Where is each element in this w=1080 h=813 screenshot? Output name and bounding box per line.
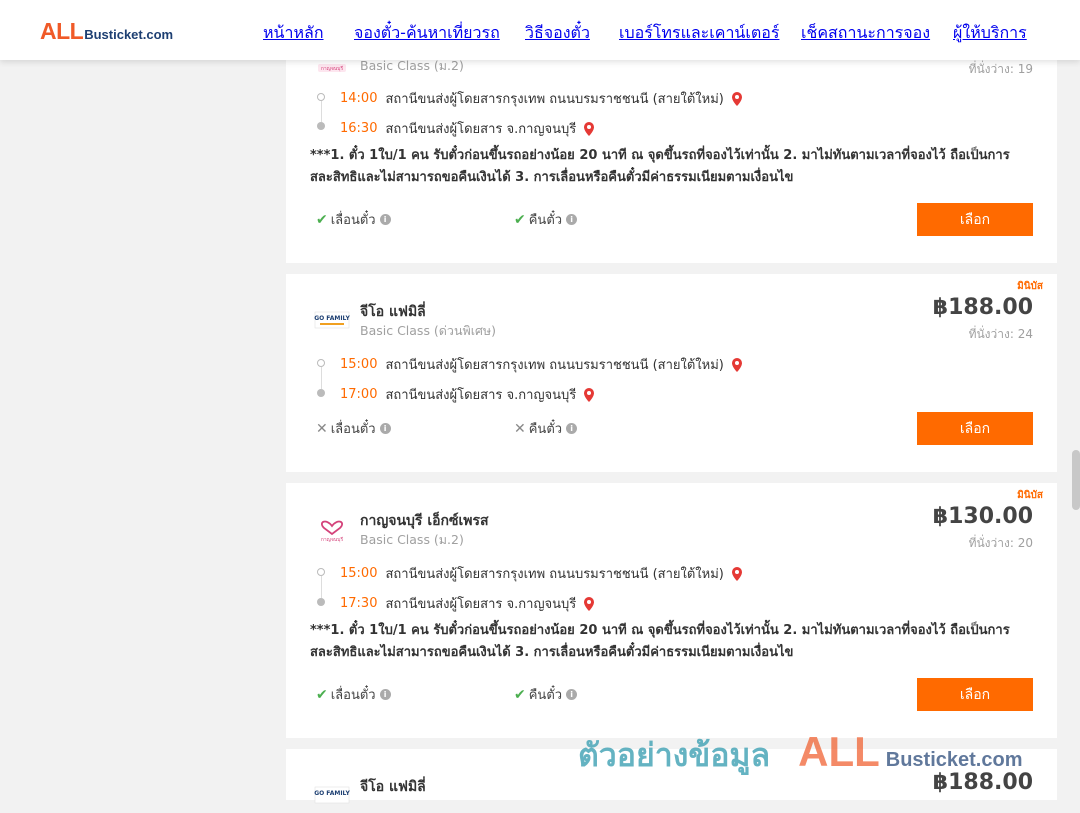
svg-text:กาญจนบุรี: กาญจนบุรี — [321, 536, 344, 543]
cross-icon: ✕ — [514, 420, 526, 437]
map-pin-icon[interactable] — [730, 566, 744, 582]
check-icon: ✔ — [514, 211, 526, 228]
operator-class: Basic Class (ม.2) — [360, 532, 464, 547]
arrival-dot — [317, 389, 325, 397]
page-scrollbar[interactable] — [1072, 450, 1080, 510]
refund-label: คืนตั๋ว — [528, 422, 563, 437]
departure-station: สถานีขนส่งผู้โดยสารกรุงเทพ ถนนบรมราชชนนี… — [385, 92, 724, 107]
info-icon[interactable]: i — [566, 214, 578, 225]
route-line — [321, 367, 322, 389]
site-logo[interactable]: ALL Busticket.com — [40, 18, 173, 45]
route-line — [321, 576, 322, 598]
route-line — [321, 101, 322, 122]
cross-icon: ✕ — [316, 420, 328, 437]
refund-policy: ✕ คืนตั๋ว i — [514, 418, 578, 439]
site-header: ALL Busticket.com หน้าหลัก จองตั๋ว-ค้นหา… — [0, 0, 1080, 60]
nav-check-status[interactable]: เช็คสถานะการจอง — [801, 21, 930, 46]
operator-logo-icon: กาญจนบุรี — [321, 520, 344, 543]
trip-card: มินิบัส GO FAMILY จีโอ แฟมิลี่ Basic Cla… — [286, 274, 1057, 472]
map-pin-icon[interactable] — [582, 596, 596, 612]
arrival-time: 16:30 — [340, 121, 378, 136]
bus-type-badge: มินิบัส — [1017, 281, 1043, 292]
nav-booking[interactable]: จองตั๋ว-ค้นหาเที่ยวรถ — [354, 21, 500, 46]
map-pin-icon[interactable] — [730, 91, 744, 107]
departure-stop: 15:00 สถานีขนส่งผู้โดยสารกรุงเทพ ถนนบรมร… — [340, 354, 744, 375]
logo-busticket: Busticket.com — [84, 27, 174, 42]
reschedule-policy: ✔ เลื่อนตั๋ว i — [316, 209, 391, 230]
nav-operators[interactable]: ผู้ให้บริการ — [953, 21, 1027, 46]
nav-contact[interactable]: เบอร์โทรและเคาน์เตอร์ — [619, 21, 779, 46]
map-pin-icon[interactable] — [582, 121, 596, 137]
info-icon[interactable]: i — [379, 423, 391, 434]
refund-policy: ✔ คืนตั๋ว i — [514, 684, 578, 705]
seats-available: ที่นั่งว่าง: 20 — [968, 536, 1033, 550]
departure-stop: 15:00 สถานีขนส่งผู้โดยสารกรุงเทพ ถนนบรมร… — [340, 563, 744, 584]
departure-station: สถานีขนส่งผู้โดยสารกรุงเทพ ถนนบรมราชชนนี… — [385, 358, 724, 373]
arrival-station: สถานีขนส่งผู้โดยสาร จ.กาญจนบุรี — [385, 122, 577, 137]
reschedule-label: เลื่อนตั๋ว — [330, 213, 376, 228]
arrival-stop: 17:00 สถานีขนส่งผู้โดยสาร จ.กาญจนบุรี — [340, 384, 596, 405]
departure-dot — [317, 568, 325, 576]
nav-how-to-book[interactable]: วิธีจองตั๋ว — [525, 21, 590, 46]
departure-time: 15:00 — [340, 357, 378, 372]
map-pin-icon[interactable] — [582, 387, 596, 403]
departure-dot — [317, 359, 325, 367]
select-trip-button[interactable]: เลือก — [917, 412, 1033, 445]
arrival-station: สถานีขนส่งผู้โดยสาร จ.กาญจนบุรี — [385, 388, 577, 403]
ticket-price: ฿188.00 — [932, 770, 1033, 795]
refund-policy: ✔ คืนตั๋ว i — [514, 209, 578, 230]
reschedule-label: เลื่อนตั๋ว — [330, 688, 376, 703]
departure-dot — [317, 93, 325, 101]
arrival-time: 17:30 — [340, 596, 378, 611]
departure-station: สถานีขนส่งผู้โดยสารกรุงเทพ ถนนบรมราชชนนี… — [385, 567, 724, 582]
svg-text:GO FAMILY: GO FAMILY — [314, 790, 350, 797]
arrival-stop: 17:30 สถานีขนส่งผู้โดยสาร จ.กาญจนบุรี — [340, 593, 596, 614]
check-icon: ✔ — [316, 211, 328, 228]
trip-note: ***1. ตั๋ว 1ใบ/1 คน รับตั๋วก่อนขึ้นรถอย่… — [310, 148, 1010, 185]
operator-name: จีโอ แฟมิลี่ — [360, 779, 426, 795]
info-icon[interactable]: i — [379, 689, 391, 700]
refund-label: คืนตั๋ว — [528, 688, 563, 703]
arrival-station: สถานีขนส่งผู้โดยสาร จ.กาญจนบุรี — [385, 597, 577, 612]
reschedule-policy: ✕ เลื่อนตั๋ว i — [316, 418, 391, 439]
trip-card: GO FAMILY จีโอ แฟมิลี่ ฿188.00 — [286, 749, 1057, 804]
bus-type-badge: มินิบัส — [1017, 490, 1043, 501]
info-icon[interactable]: i — [566, 423, 578, 434]
arrival-dot — [317, 598, 325, 606]
arrival-stop: 16:30 สถานีขนส่งผู้โดยสาร จ.กาญจนบุรี — [340, 118, 596, 139]
operator-name: กาญจนบุรี เอ็กซ์เพรส — [360, 513, 489, 529]
trip-card: มินิบัส กาญจนบุรี กาญจนบุรี เอ็กซ์เพรส B… — [286, 483, 1057, 738]
arrival-time: 17:00 — [340, 387, 378, 402]
trip-note: ***1. ตั๋ว 1ใบ/1 คน รับตั๋วก่อนขึ้นรถอย่… — [310, 623, 1010, 660]
map-pin-icon[interactable] — [730, 357, 744, 373]
operator-class: Basic Class (ด่วนพิเศษ) — [360, 323, 497, 338]
operator-logo-icon: GO FAMILY — [314, 786, 350, 804]
nav-home[interactable]: หน้าหลัก — [263, 21, 324, 46]
seats-available: ที่นั่งว่าง: 24 — [968, 327, 1033, 341]
departure-time: 14:00 — [340, 91, 378, 106]
reschedule-label: เลื่อนตั๋ว — [330, 422, 376, 437]
reschedule-policy: ✔ เลื่อนตั๋ว i — [316, 684, 391, 705]
departure-time: 15:00 — [340, 566, 378, 581]
info-icon[interactable]: i — [379, 214, 391, 225]
svg-text:กาญจนบุรี: กาญจนบุรี — [321, 65, 344, 72]
svg-text:GO FAMILY: GO FAMILY — [314, 315, 350, 322]
operator-logo-icon: GO FAMILY — [314, 311, 350, 329]
refund-label: คืนตั๋ว — [528, 213, 563, 228]
ticket-price: ฿130.00 — [932, 504, 1033, 529]
check-icon: ✔ — [316, 686, 328, 703]
info-icon[interactable]: i — [566, 689, 578, 700]
ticket-price: ฿188.00 — [932, 295, 1033, 320]
arrival-dot — [317, 122, 325, 130]
check-icon: ✔ — [514, 686, 526, 703]
departure-stop: 14:00 สถานีขนส่งผู้โดยสารกรุงเทพ ถนนบรมร… — [340, 88, 744, 109]
operator-name: จีโอ แฟมิลี่ — [360, 304, 426, 320]
select-trip-button[interactable]: เลือก — [917, 203, 1033, 236]
logo-all: ALL — [40, 18, 84, 44]
seats-available: ที่นั่งว่าง: 19 — [968, 62, 1033, 76]
select-trip-button[interactable]: เลือก — [917, 678, 1033, 711]
